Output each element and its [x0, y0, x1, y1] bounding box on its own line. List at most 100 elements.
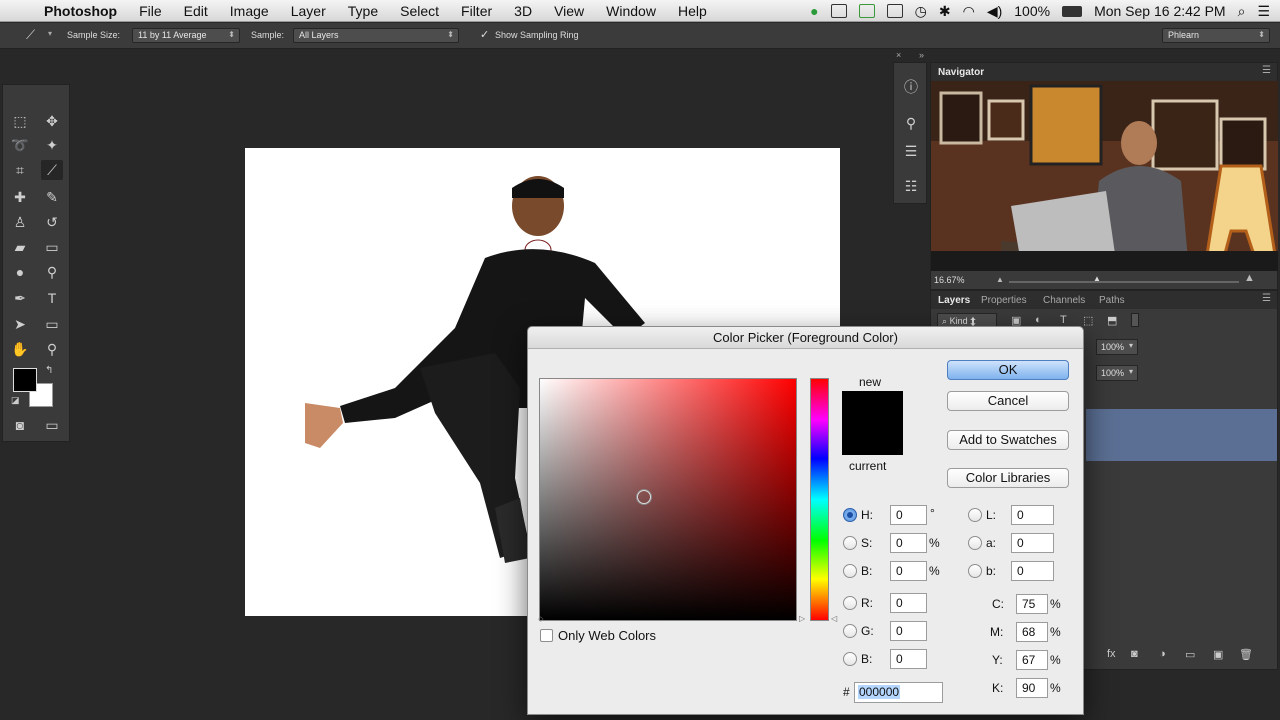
spotlight-search-icon[interactable]: ⌕ [1238, 3, 1246, 20]
path-selection-tool-icon[interactable]: ➤ [9, 314, 31, 334]
zoom-slider[interactable] [1009, 281, 1239, 283]
screen-grid-icon[interactable] [830, 4, 847, 18]
sampling-ring-checkbox[interactable]: ✓ [480, 28, 489, 41]
filter-toggle[interactable] [1131, 313, 1139, 327]
trash-icon[interactable]: 🗑 [1239, 648, 1253, 661]
hue-slider[interactable] [810, 378, 829, 621]
new-group-icon[interactable]: ▭ [1185, 648, 1195, 661]
link-layers-icon[interactable]: fx [1107, 648, 1116, 660]
menu-file[interactable]: File [128, 3, 173, 19]
menu-3d[interactable]: 3D [503, 3, 543, 19]
current-color-swatch[interactable] [842, 423, 903, 455]
close-icon[interactable]: × [896, 50, 901, 60]
menu-app-name[interactable]: Photoshop [40, 3, 128, 19]
foreground-color-swatch[interactable] [13, 368, 37, 392]
history-brush-tool-icon[interactable]: ↺ [41, 212, 63, 232]
cyan-input[interactable]: 75 [1016, 594, 1048, 614]
marquee-tool-icon[interactable]: ⬚ [9, 111, 31, 131]
yellow-input[interactable]: 67 [1016, 650, 1048, 670]
notification-center-icon[interactable]: ☰ [1257, 3, 1270, 20]
healing-brush-tool-icon[interactable]: ✚ [9, 187, 31, 207]
clock[interactable]: Mon Sep 16 2:42 PM [1094, 3, 1226, 19]
adjustments-icon[interactable]: ☰ [902, 143, 920, 161]
hue-slider-right-thumb[interactable]: ◁ [831, 614, 837, 623]
green-input[interactable]: 0 [890, 621, 927, 641]
hue-slider-left-thumb[interactable]: ▷ [799, 614, 805, 623]
screen-mode-icon[interactable]: ▭ [41, 415, 63, 435]
lab-a-radio[interactable] [968, 536, 982, 550]
only-web-colors-checkbox[interactable] [540, 629, 553, 642]
black-input[interactable]: 90 [1016, 678, 1048, 698]
new-layer-icon[interactable]: ▣ [1213, 648, 1223, 661]
ok-button[interactable]: OK [947, 360, 1069, 380]
tab-channels[interactable]: Channels [1043, 295, 1085, 306]
red-input[interactable]: 0 [890, 593, 927, 613]
panel-menu-icon[interactable]: ☰ [1262, 65, 1271, 76]
panel-menu-icon[interactable]: ☰ [1262, 293, 1271, 304]
menu-edit[interactable]: Edit [173, 3, 219, 19]
lightness-input[interactable]: 0 [1011, 505, 1054, 525]
blue-radio[interactable] [843, 652, 857, 666]
crop-tool-icon[interactable]: ⌗ [9, 160, 31, 180]
menu-view[interactable]: View [543, 3, 595, 19]
color-libraries-button[interactable]: Color Libraries [947, 468, 1069, 488]
navigator-zoom[interactable]: 16.67% [934, 275, 965, 285]
volume-icon[interactable]: ◀) [987, 3, 1002, 20]
magenta-input[interactable]: 68 [1016, 622, 1048, 642]
info-icon[interactable]: ⓘ [902, 77, 920, 95]
swap-colors-icon[interactable]: ↰ [45, 365, 53, 376]
collapse-icon[interactable]: » [919, 50, 924, 60]
green-grid-icon[interactable] [858, 4, 875, 18]
gradient-tool-icon[interactable]: ▭ [41, 237, 63, 257]
chevron-down-icon[interactable]: ▾ [1129, 367, 1133, 376]
red-radio[interactable] [843, 596, 857, 610]
hex-input[interactable]: 000000 [854, 682, 943, 703]
wifi-icon[interactable]: ◠ [963, 3, 975, 20]
zoom-tool-icon[interactable]: ⚲ [41, 339, 63, 359]
properties-icon[interactable]: ☷ [902, 178, 920, 196]
workspace-select[interactable]: Phlearn ⬍ [1162, 28, 1270, 43]
menu-image[interactable]: Image [219, 3, 280, 19]
blue-input[interactable]: 0 [890, 649, 927, 669]
layer-row-selected[interactable] [1086, 409, 1277, 461]
rectangle-tool-icon[interactable]: ▭ [41, 314, 63, 334]
add-to-swatches-button[interactable]: Add to Swatches [947, 430, 1069, 450]
chevron-down-icon[interactable]: ▾ [1129, 341, 1133, 350]
eyedropper-tool-icon[interactable]: ⟋ [41, 160, 63, 180]
filter-shape-icon[interactable]: ⬚ [1083, 314, 1093, 327]
pen-tool-icon[interactable]: ✒ [9, 288, 31, 308]
sample-select[interactable]: All Layers ⬍ [293, 28, 459, 43]
menu-filter[interactable]: Filter [450, 3, 503, 19]
lasso-tool-icon[interactable]: ➰ [9, 135, 31, 155]
sample-size-select[interactable]: 11 by 11 Average ⬍ [132, 28, 240, 43]
tab-navigator[interactable]: Navigator [938, 67, 984, 78]
brightness-input[interactable]: 0 [890, 561, 927, 581]
bluetooth-icon[interactable]: ✱ [939, 3, 951, 20]
saturation-radio[interactable] [843, 536, 857, 550]
saturation-brightness-field[interactable] [539, 378, 797, 621]
zoom-out-icon[interactable]: ▲ [996, 275, 1004, 284]
menu-help[interactable]: Help [667, 3, 718, 19]
tab-paths[interactable]: Paths [1099, 295, 1125, 306]
type-tool-icon[interactable]: T [41, 288, 63, 308]
color-field-cursor[interactable] [637, 490, 651, 504]
tab-properties[interactable]: Properties [981, 295, 1027, 306]
eyedropper-tool-icon[interactable]: ⟋ [26, 27, 35, 43]
default-colors-icon[interactable]: ◪ [11, 395, 20, 406]
move-tool-icon[interactable]: ✥ [41, 111, 63, 131]
brightness-radio[interactable] [843, 564, 857, 578]
magic-wand-tool-icon[interactable]: ✦ [41, 135, 63, 155]
lightness-radio[interactable] [968, 508, 982, 522]
menu-window[interactable]: Window [595, 3, 667, 19]
menu-select[interactable]: Select [389, 3, 450, 19]
lab-b-radio[interactable] [968, 564, 982, 578]
menu-layer[interactable]: Layer [280, 3, 337, 19]
brush-presets-icon[interactable]: ⚲ [902, 115, 920, 133]
time-machine-icon[interactable]: ◷ [915, 3, 927, 20]
hue-input[interactable]: 0 [890, 505, 927, 525]
clone-stamp-tool-icon[interactable]: ♙ [9, 212, 31, 232]
brush-tool-icon[interactable]: ✎ [41, 187, 63, 207]
adjustment-layer-icon[interactable]: ◑ [1159, 648, 1166, 660]
hue-radio[interactable] [843, 508, 857, 522]
tool-preset-arrow-icon[interactable]: ▾ [48, 29, 52, 38]
